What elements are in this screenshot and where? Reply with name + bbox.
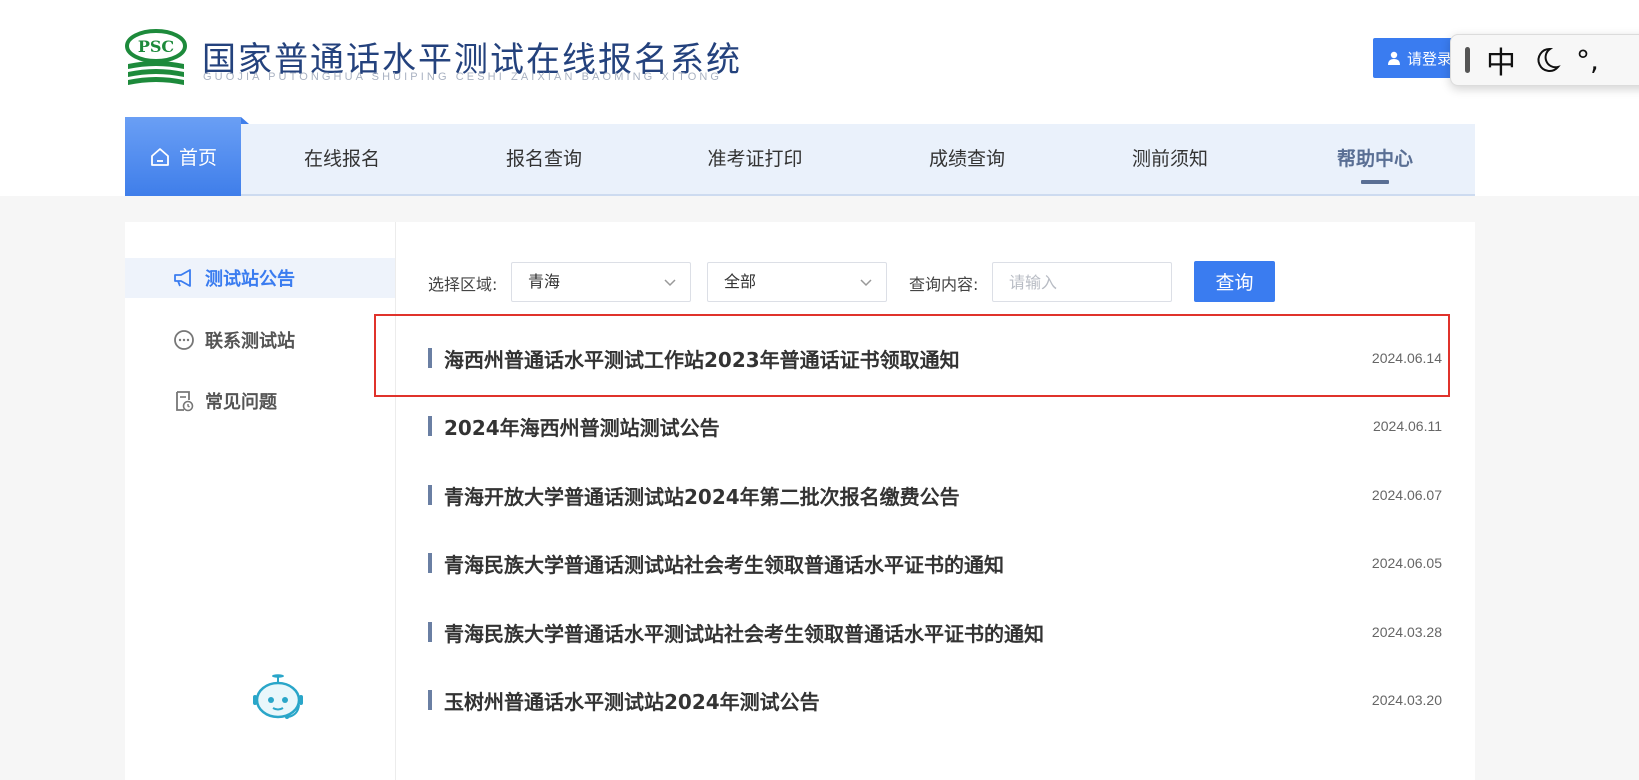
sub-region-select[interactable]: 全部 (707, 262, 887, 302)
nav-item-registration-query[interactable]: 报名查询 (494, 124, 594, 194)
notice-date: 2024.06.14 (1371, 350, 1442, 366)
logo-text: PSC (138, 37, 174, 56)
notice-date: 2024.06.11 (1372, 418, 1442, 434)
sidebar-item-label: 常见问题 (205, 392, 277, 413)
ime-punctuation-toggle[interactable]: °, (1576, 44, 1599, 77)
sidebar-item-label: 联系测试站 (205, 331, 295, 352)
nav-item-admission-ticket[interactable]: 准考证打印 (700, 124, 810, 194)
sub-region-select-value: 全部 (724, 272, 757, 291)
notice-row[interactable]: 青海民族大学普通话水平测试站社会考生领取普通话水平证书的通知 2024.03.2… (428, 617, 1442, 647)
notice-row[interactable]: 青海民族大学普通话测试站社会考生领取普通话水平证书的通知 2024.06.05 (428, 548, 1442, 578)
ime-toolbar[interactable]: 中 °, (1450, 34, 1639, 86)
ime-language-toggle[interactable]: 中 (1486, 38, 1516, 82)
login-label: 请登录 (1407, 49, 1453, 68)
sidebar-item-station-notices[interactable]: 测试站公告 (125, 258, 395, 298)
home-icon (151, 147, 169, 166)
nav-home-label: 首页 (178, 147, 217, 169)
notice-date: 2024.06.05 (1371, 555, 1442, 571)
nav-item-pre-test-notes[interactable]: 测前须知 (1120, 124, 1220, 194)
site-subtitle: GUOJIA PUTONGHUA SHUIPING CESHI ZAIXIAN … (203, 71, 723, 83)
region-select-value: 青海 (528, 272, 561, 291)
drag-handle-icon[interactable] (1465, 47, 1470, 73)
notice-date: 2024.06.07 (1371, 487, 1442, 503)
notice-row[interactable]: 2024年海西州普测站测试公告 2024.06.11 (428, 411, 1442, 441)
notice-row[interactable]: 海西州普通话水平测试工作站2023年普通话证书领取通知 2024.06.14 (428, 343, 1442, 373)
notice-date: 2024.03.20 (1371, 692, 1442, 708)
query-input[interactable] (992, 262, 1172, 302)
nav-item-online-registration[interactable]: 在线报名 (292, 124, 392, 194)
notice-date: 2024.03.28 (1371, 624, 1442, 640)
notice-title[interactable]: 玉树州普通话水平测试站2024年测试公告 (444, 686, 1372, 715)
megaphone-icon (174, 269, 191, 287)
chat-bubble-icon (174, 330, 194, 350)
notice-marker (428, 553, 432, 573)
notice-title[interactable]: 青海民族大学普通话水平测试站社会考生领取普通话水平证书的通知 (444, 618, 1372, 647)
notice-row[interactable]: 玉树州普通话水平测试站2024年测试公告 2024.03.20 (428, 685, 1442, 715)
notice-title[interactable]: 海西州普通话水平测试工作站2023年普通话证书领取通知 (444, 344, 1372, 373)
sidebar-item-faq[interactable]: 常见问题 (125, 381, 395, 421)
notice-title[interactable]: 青海开放大学普通话测试站2024年第二批次报名缴费公告 (444, 481, 1372, 510)
document-clock-icon (176, 391, 194, 412)
nav-home-fold (241, 117, 249, 124)
notice-marker (428, 622, 432, 642)
notice-marker (428, 416, 432, 436)
sidebar-item-contact-station[interactable]: 联系测试站 (125, 320, 395, 360)
query-label: 查询内容: (909, 275, 979, 294)
user-icon (1388, 51, 1400, 65)
sidebar-item-label: 测试站公告 (205, 269, 295, 290)
nav-home[interactable]: 首页 (125, 117, 241, 196)
notice-row[interactable]: 青海开放大学普通话测试站2024年第二批次报名缴费公告 2024.06.07 (428, 480, 1442, 510)
moon-icon[interactable] (1532, 45, 1562, 75)
chevron-down-icon (664, 279, 676, 287)
region-select[interactable]: 青海 (511, 262, 691, 302)
nav-item-score-query[interactable]: 成绩查询 (917, 124, 1017, 194)
notice-marker (428, 690, 432, 710)
notice-marker (428, 485, 432, 505)
query-button[interactable]: 查询 (1194, 261, 1275, 302)
psc-logo[interactable]: PSC (124, 28, 188, 90)
region-label: 选择区域: (428, 275, 498, 294)
login-button[interactable]: 请登录 (1373, 38, 1453, 78)
notice-title[interactable]: 2024年海西州普测站测试公告 (444, 412, 1373, 441)
notice-marker (428, 348, 432, 368)
notice-title[interactable]: 青海民族大学普通话测试站社会考生领取普通话水平证书的通知 (444, 549, 1372, 578)
chevron-down-icon (860, 279, 872, 287)
nav-active-indicator (1361, 180, 1389, 184)
chat-robot-icon[interactable] (248, 673, 308, 723)
